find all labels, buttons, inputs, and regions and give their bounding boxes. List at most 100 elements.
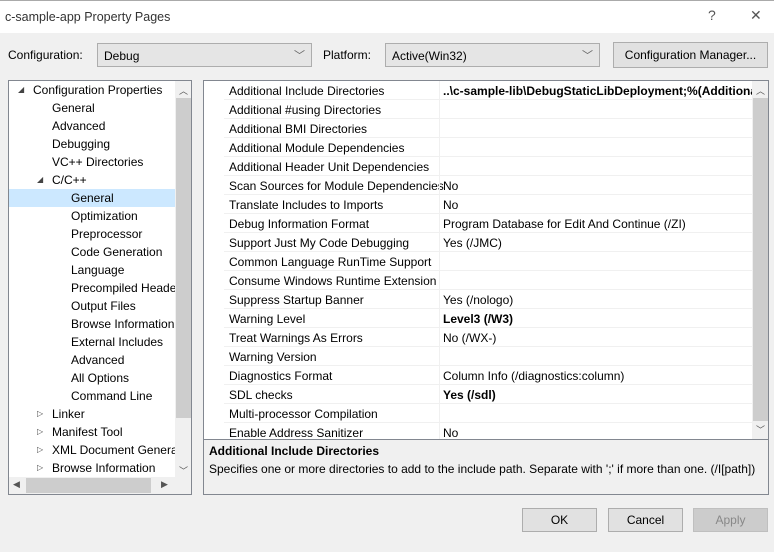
- property-name: Diagnostics Format: [229, 369, 333, 383]
- property-row[interactable]: Warning Version: [224, 347, 752, 366]
- ok-button[interactable]: OK: [522, 508, 597, 532]
- scroll-thumb[interactable]: [753, 98, 768, 421]
- column-divider: [439, 176, 440, 195]
- tree-item[interactable]: All Options: [9, 369, 175, 387]
- property-row[interactable]: Support Just My Code Debugging Yes (/JMC): [224, 233, 752, 252]
- expanded-arrow-icon[interactable]: ◢: [18, 81, 24, 99]
- property-row[interactable]: Additional #using Directories: [224, 100, 752, 119]
- property-name: Translate Includes to Imports: [229, 198, 384, 212]
- property-row[interactable]: SDL checks Yes (/sdl): [224, 385, 752, 404]
- tree-item[interactable]: External Includes: [9, 333, 175, 351]
- property-tree[interactable]: ▷ Browse Information ▷ XML Document Generat…: [8, 80, 192, 495]
- property-value[interactable]: ..\c-sample-lib\DebugStaticLibDeployment…: [443, 84, 752, 98]
- scroll-thumb[interactable]: [176, 98, 191, 418]
- property-row[interactable]: Additional Include Directories ..\c-sampl…: [224, 81, 752, 100]
- scroll-up-icon[interactable]: ︿: [179, 84, 188, 97]
- property-row[interactable]: Common Language RunTime Support: [224, 252, 752, 271]
- cancel-button[interactable]: Cancel: [608, 508, 683, 532]
- scroll-down-icon[interactable]: ﹀: [179, 464, 188, 477]
- column-divider: [439, 195, 440, 214]
- tree-item[interactable]: Output Files: [9, 297, 175, 315]
- property-row[interactable]: Additional Module Dependencies: [224, 138, 752, 157]
- grid-scrollbar[interactable]: ︿ ﹀: [752, 81, 768, 439]
- tree-item[interactable]: Optimization: [9, 207, 175, 225]
- tree-item[interactable]: ▷ Manifest Tool: [9, 423, 175, 441]
- property-value[interactable]: Yes (/nologo): [443, 293, 752, 307]
- column-divider: [439, 423, 440, 439]
- property-row[interactable]: Consume Windows Runtime Extension: [224, 271, 752, 290]
- tree-item[interactable]: General: [9, 189, 175, 207]
- property-row[interactable]: Scan Sources for Module Dependencies No: [224, 176, 752, 195]
- help-button[interactable]: ?: [708, 7, 716, 23]
- tree-item[interactable]: Debugging: [9, 135, 175, 153]
- tree-item[interactable]: ▷ XML Document Generator: [9, 441, 191, 459]
- scroll-down-icon[interactable]: ﹀: [756, 423, 765, 436]
- tree-item[interactable]: VC++ Directories: [9, 153, 175, 171]
- tree-item[interactable]: ◢ C/C++: [9, 171, 175, 189]
- property-row[interactable]: Translate Includes to Imports No: [224, 195, 752, 214]
- scroll-left-icon[interactable]: ◀: [13, 479, 20, 490]
- collapsed-arrow-icon[interactable]: ▷: [37, 405, 43, 423]
- tree-item[interactable]: Advanced: [9, 351, 175, 369]
- tree-item-label: Advanced: [52, 119, 106, 133]
- collapsed-arrow-icon[interactable]: ▷: [37, 441, 43, 459]
- property-row[interactable]: Suppress Startup Banner Yes (/nologo): [224, 290, 752, 309]
- property-row[interactable]: Additional Header Unit Dependencies: [224, 157, 752, 176]
- tree-hscrollbar[interactable]: ◀ ▶: [9, 477, 175, 494]
- property-value[interactable]: No: [443, 179, 752, 193]
- description-panel: Additional Include Directories Specifies…: [203, 440, 769, 495]
- apply-button[interactable]: Apply: [693, 508, 768, 532]
- property-row[interactable]: Treat Warnings As Errors No (/WX-): [224, 328, 752, 347]
- close-button[interactable]: ✕: [750, 7, 762, 24]
- tree-item[interactable]: ▷ Browse Information: [9, 459, 175, 477]
- tree-item[interactable]: Code Generation: [9, 243, 175, 261]
- property-grid[interactable]: Enable Address Sanitizer No Multi-processo…: [203, 80, 769, 440]
- hscroll-thumb[interactable]: [26, 478, 151, 493]
- property-value[interactable]: Level3 (/W3): [443, 312, 752, 326]
- scroll-right-icon[interactable]: ▶: [161, 479, 168, 490]
- tree-item[interactable]: Command Line: [9, 387, 175, 405]
- property-name: Consume Windows Runtime Extension: [229, 274, 437, 288]
- property-name: Warning Level: [229, 312, 306, 326]
- column-divider: [439, 252, 440, 271]
- platform-dropdown[interactable]: Active(Win32) ﹀: [385, 43, 600, 67]
- tree-item[interactable]: Preprocessor: [9, 225, 175, 243]
- property-name: Warning Version: [229, 350, 317, 364]
- scroll-up-icon[interactable]: ︿: [756, 84, 765, 97]
- collapsed-arrow-icon[interactable]: ▷: [37, 459, 43, 477]
- property-name: Additional Module Dependencies: [229, 141, 405, 155]
- property-value[interactable]: Column Info (/diagnostics:column): [443, 369, 752, 383]
- tree-item[interactable]: ◢ Configuration Properties: [9, 81, 175, 99]
- property-value[interactable]: Yes (/JMC): [443, 236, 752, 250]
- tree-item-label: Output Files: [71, 299, 136, 313]
- property-row[interactable]: Additional BMI Directories: [224, 119, 752, 138]
- tree-item[interactable]: ▷ Linker: [9, 405, 175, 423]
- property-row[interactable]: Multi-processor Compilation: [224, 404, 752, 423]
- property-value[interactable]: Program Database for Edit And Continue (…: [443, 217, 752, 231]
- property-row[interactable]: Debug Information Format Program Database…: [224, 214, 752, 233]
- tree-item-label: Code Generation: [71, 245, 163, 259]
- expanded-arrow-icon[interactable]: ◢: [37, 171, 43, 189]
- column-divider: [439, 309, 440, 328]
- property-value[interactable]: No: [443, 426, 752, 439]
- property-row[interactable]: Warning Level Level3 (/W3): [224, 309, 752, 328]
- property-name: Additional Include Directories: [229, 84, 385, 98]
- tree-item[interactable]: Precompiled Headers: [9, 279, 186, 297]
- configuration-dropdown[interactable]: Debug ﹀: [97, 43, 312, 67]
- column-divider: [439, 233, 440, 252]
- collapsed-arrow-icon[interactable]: ▷: [37, 423, 43, 441]
- tree-item[interactable]: Browse Information: [9, 315, 175, 333]
- property-row[interactable]: Enable Address Sanitizer No: [224, 423, 752, 439]
- tree-item-label: Advanced: [71, 353, 125, 367]
- configuration-manager-button[interactable]: Configuration Manager...: [613, 42, 768, 68]
- property-value[interactable]: No (/WX-): [443, 331, 752, 345]
- tree-item[interactable]: General: [9, 99, 175, 117]
- property-row[interactable]: Diagnostics Format Column Info (/diagnost…: [224, 366, 752, 385]
- tree-scrollbar[interactable]: ︿ ﹀: [175, 81, 191, 494]
- tree-item[interactable]: Language: [9, 261, 175, 279]
- column-divider: [439, 138, 440, 157]
- tree-item[interactable]: Advanced: [9, 117, 175, 135]
- property-value[interactable]: Yes (/sdl): [443, 388, 752, 402]
- property-value[interactable]: No: [443, 198, 752, 212]
- column-divider: [439, 271, 440, 290]
